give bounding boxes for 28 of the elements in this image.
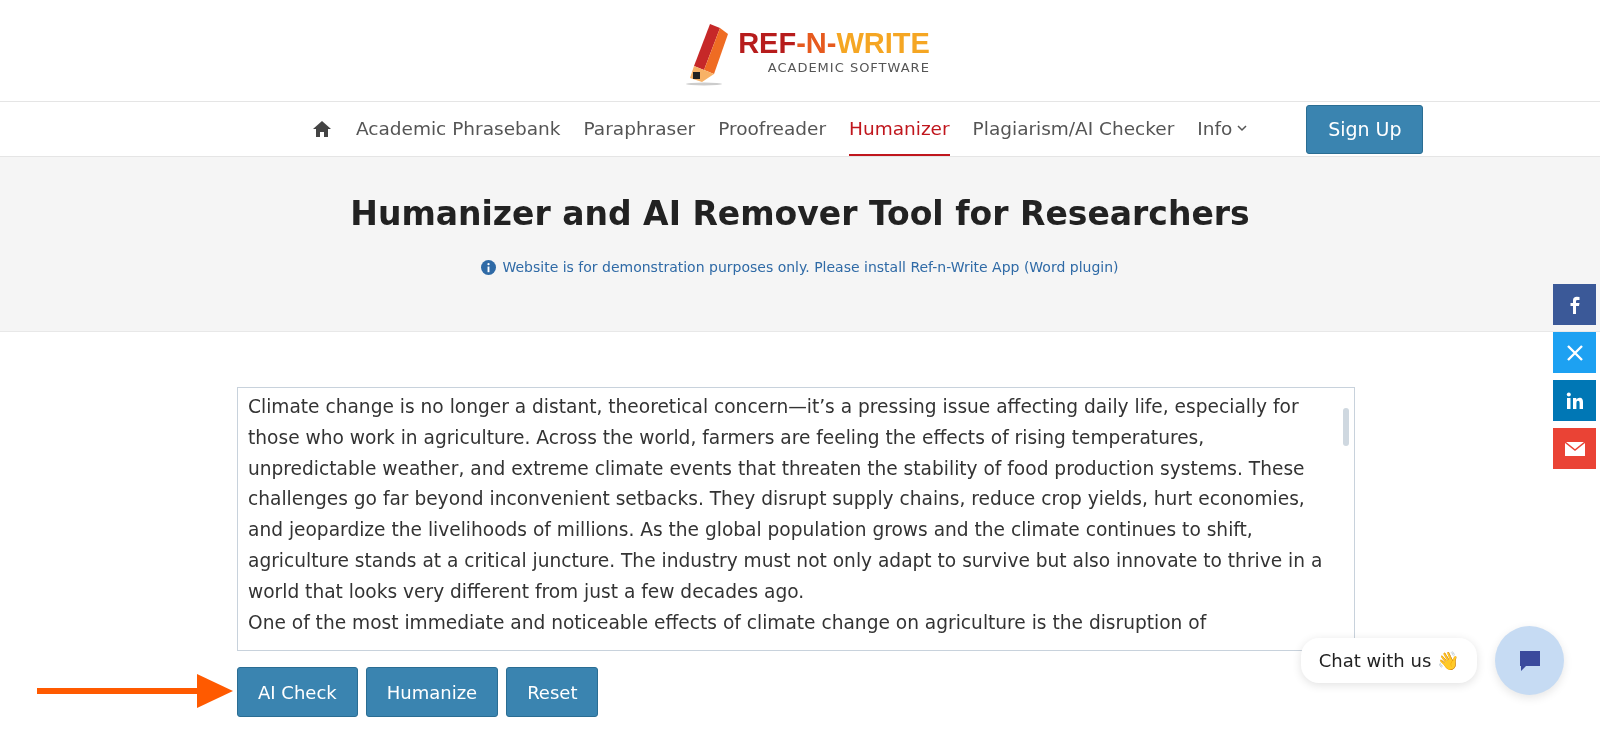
text-input-area[interactable]: Climate change is no longer a distant, theoretical concern—it’s a pressing issue affecting daily life, especially for those who work in agriculture. Across the world, farmers are feeling the effects of rising temperatures, unpredictable weather, and extreme climate events that threaten the stability of food production systems. These challenges go far beyond inconvenient setbacks. They disrupt supply chains, reduce crop yields, hurt economies, and jeopardize the livelihoods of millions. As the global population grows and the climate continues to shift, agriculture stands at a critical juncture. The industry must not only adapt to survive but also innovate to thrive in a world that looks very different from just a few decades ago. One of the most immediate and noticeable effects of climate change on agriculture is the disruption of <box>237 387 1355 651</box>
brand-tagline: ACADEMIC SOFTWARE <box>766 59 930 75</box>
email-share-button[interactable] <box>1553 428 1596 469</box>
arrow-icon <box>37 674 233 708</box>
nav-link[interactable]: Proofreader <box>718 102 827 156</box>
facebook-share-button[interactable] <box>1553 284 1596 325</box>
demo-notice: Website is for demonstration purposes only. Please install Ref-n-Write App (Word plugin) <box>502 259 1119 275</box>
linkedin-icon <box>1565 391 1584 410</box>
chat-button[interactable] <box>1495 626 1564 695</box>
info-icon <box>481 259 497 275</box>
action-button[interactable]: Reset <box>506 667 599 717</box>
home-icon[interactable] <box>312 120 332 138</box>
nav-link[interactable]: Paraphraser <box>583 102 696 156</box>
x-share-button[interactable] <box>1553 332 1596 373</box>
nav-link[interactable]: Plagiarism/AI Checker <box>972 102 1175 156</box>
page-title: Humanizer and AI Remover Tool for Researchers <box>350 194 1250 233</box>
envelope-icon <box>1564 441 1585 456</box>
chat-prompt[interactable]: Chat with us 👋 <box>1300 638 1477 683</box>
chat-bubble-icon <box>1517 648 1542 673</box>
action-button[interactable]: Humanize <box>365 667 499 717</box>
x-icon <box>1566 344 1583 361</box>
brand-name: REF-N-WRITE <box>738 26 930 60</box>
action-button[interactable]: AI Check <box>237 667 358 717</box>
sign-up-button[interactable]: Sign Up <box>1306 104 1424 154</box>
linkedin-share-button[interactable] <box>1553 380 1596 421</box>
nav-link[interactable]: Academic Phrasebank <box>356 102 561 156</box>
chevron-down-icon <box>1237 124 1248 132</box>
nav-link[interactable]: Info <box>1197 102 1248 156</box>
